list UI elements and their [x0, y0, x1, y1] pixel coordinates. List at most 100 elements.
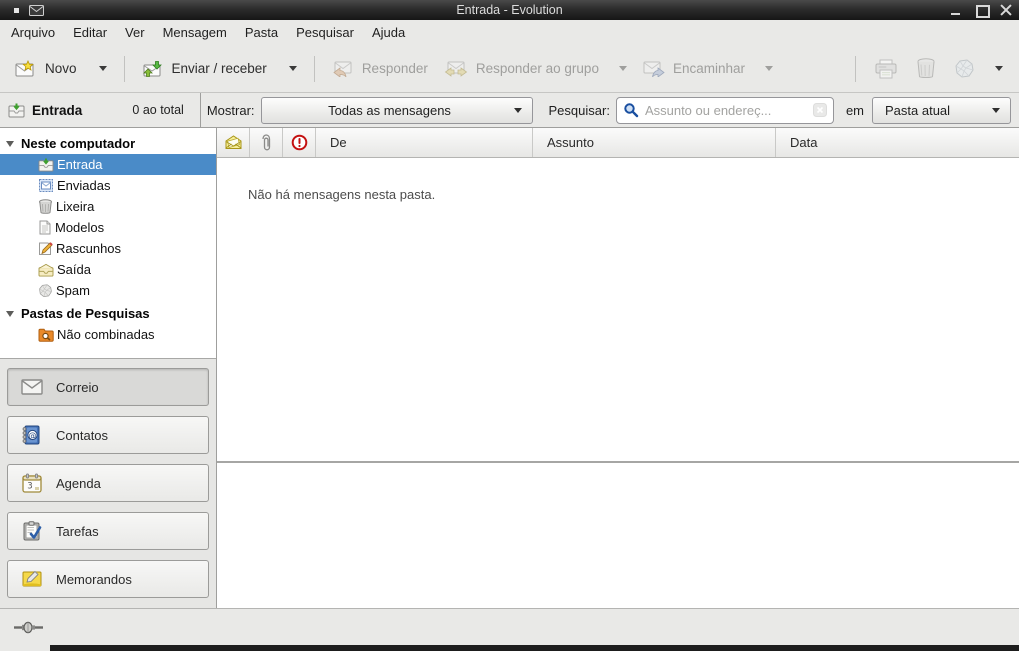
folder-item-lixeira[interactable]: Lixeira — [0, 196, 216, 217]
tree-section-search-folders[interactable]: Pastas de Pesquisas — [0, 303, 216, 324]
online-plug-icon[interactable] — [13, 620, 45, 635]
column-message-status[interactable] — [217, 128, 250, 157]
reply-group-dropdown-icon[interactable] — [619, 66, 627, 71]
overflow-menu-icon — [995, 66, 1003, 71]
switcher-tarefas[interactable]: Tarefas — [7, 512, 209, 550]
search-entry[interactable] — [616, 97, 834, 124]
menu-pesquisar[interactable]: Pesquisar — [287, 20, 363, 45]
menu-mensagem[interactable]: Mensagem — [154, 20, 236, 45]
new-message-icon — [15, 60, 37, 77]
folder-label: Entrada — [57, 157, 103, 172]
switcher-label: Agenda — [56, 476, 101, 491]
search-input[interactable] — [645, 103, 807, 118]
svg-text:3: 3 — [27, 482, 32, 492]
folder-item-entrada[interactable]: Entrada — [0, 154, 216, 175]
message-list-header: De Assunto Data — [217, 128, 1019, 158]
minimize-icon[interactable] — [950, 5, 963, 16]
reply-icon — [332, 60, 354, 77]
switcher-contatos[interactable]: @ Contatos — [7, 416, 209, 454]
switcher-label: Contatos — [56, 428, 108, 443]
menu-ver[interactable]: Ver — [116, 20, 154, 45]
folder-item-saida[interactable]: Saída — [0, 259, 216, 280]
junk-button[interactable] — [945, 53, 984, 85]
mail-icon — [21, 379, 43, 395]
empty-folder-text: Não há mensagens nesta pasta. — [248, 187, 435, 202]
filter-bar: Entrada 0 ao total Mostrar: Todas as men… — [0, 93, 1019, 128]
folder-label: Não combinadas — [57, 327, 155, 342]
menu-ajuda[interactable]: Ajuda — [363, 20, 414, 45]
folder-item-rascunhos[interactable]: Rascunhos — [0, 238, 216, 259]
column-data[interactable]: Data — [776, 128, 1019, 157]
tree-section-label: Neste computador — [21, 136, 135, 151]
folder-label: Enviadas — [57, 178, 110, 193]
junk-icon — [954, 59, 975, 79]
calendar-icon: 3 — [21, 473, 43, 493]
outbox-icon — [38, 263, 54, 277]
print-icon — [874, 59, 898, 79]
switcher-label: Memorandos — [56, 572, 132, 587]
tasks-icon — [21, 521, 43, 541]
folder-item-modelos[interactable]: Modelos — [0, 217, 216, 238]
window-title: Entrada - Evolution — [0, 3, 1019, 17]
new-dropdown-icon[interactable] — [99, 66, 107, 71]
folder-label: Modelos — [55, 220, 104, 235]
folder-item-spam[interactable]: Spam — [0, 280, 216, 301]
column-priority[interactable] — [283, 128, 316, 157]
forward-icon — [643, 60, 665, 77]
folder-label: Lixeira — [56, 199, 94, 214]
message-filter-value: Todas as mensagens — [272, 103, 508, 118]
search-icon[interactable] — [623, 102, 639, 118]
forward-dropdown-icon[interactable] — [765, 66, 773, 71]
junk-folder-icon — [38, 284, 53, 298]
switcher-correio[interactable]: Correio — [7, 368, 209, 406]
forward-button[interactable]: Encaminhar — [635, 54, 781, 83]
message-count: 0 ao total — [132, 103, 183, 117]
window-controls — [950, 5, 1013, 16]
reply-group-button[interactable]: Responder ao grupo — [436, 54, 635, 83]
templates-icon — [38, 220, 52, 235]
message-filter-dropdown[interactable]: Todas as mensagens — [261, 97, 533, 124]
column-attachment[interactable] — [250, 128, 283, 157]
reply-button[interactable]: Responder — [324, 54, 436, 83]
priority-icon — [291, 134, 308, 151]
new-message-button[interactable]: Novo — [7, 54, 115, 83]
folder-item-nao-combinadas[interactable]: Não combinadas — [0, 324, 216, 345]
send-receive-button[interactable]: Enviar / receber — [134, 54, 305, 84]
clear-icon[interactable] — [813, 103, 827, 117]
print-button[interactable] — [865, 53, 907, 85]
preview-pane — [217, 463, 1019, 608]
menu-arquivo[interactable]: Arquivo — [2, 20, 64, 45]
message-pane: De Assunto Data Não há mensagens nesta p… — [217, 128, 1019, 608]
column-assunto[interactable]: Assunto — [533, 128, 776, 157]
expander-icon[interactable] — [6, 141, 14, 147]
delete-button[interactable] — [907, 52, 945, 85]
reply-label: Responder — [362, 61, 428, 76]
trash-icon — [38, 199, 53, 214]
tree-section-local[interactable]: Neste computador — [0, 133, 216, 154]
new-message-label: Novo — [45, 61, 77, 76]
message-status-icon — [224, 135, 243, 150]
chevron-down-icon — [992, 108, 1000, 113]
filter-controls: Mostrar: Todas as mensagens Pesquisar: e… — [201, 93, 1019, 127]
folder-label: Saída — [57, 262, 91, 277]
close-icon[interactable] — [1000, 5, 1013, 16]
search-scope-dropdown[interactable]: Pasta atual — [872, 97, 1011, 124]
send-receive-dropdown-icon[interactable] — [289, 66, 297, 71]
search-scope-value: Pasta atual — [883, 103, 986, 118]
column-de[interactable]: De — [316, 128, 533, 157]
menu-editar[interactable]: Editar — [64, 20, 116, 45]
column-label: De — [330, 135, 347, 150]
expander-icon[interactable] — [6, 311, 14, 317]
toolbar-overflow-button[interactable] — [984, 60, 1012, 77]
maximize-icon[interactable] — [975, 5, 988, 16]
folder-item-enviadas[interactable]: Enviadas — [0, 175, 216, 196]
switcher-label: Correio — [56, 380, 99, 395]
menu-pasta[interactable]: Pasta — [236, 20, 287, 45]
toolbar-separator — [124, 56, 125, 82]
switcher-agenda[interactable]: 3 Agenda — [7, 464, 209, 502]
folder-tree: Neste computador Entrada Enviadas Lixeir… — [0, 128, 216, 359]
toolbar-separator — [855, 56, 856, 82]
switcher-memorandos[interactable]: Memorandos — [7, 560, 209, 598]
toolbar: Novo Enviar / receber Responder Responde… — [0, 45, 1019, 93]
switcher-label: Tarefas — [56, 524, 99, 539]
